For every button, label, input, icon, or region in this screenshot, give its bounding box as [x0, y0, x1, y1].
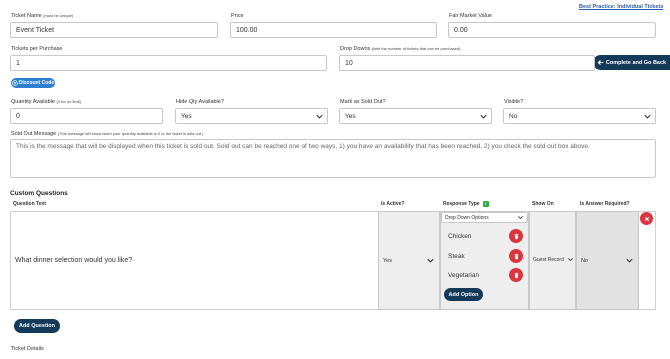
chevron-down-icon — [518, 216, 523, 220]
chevron-down-icon — [568, 258, 573, 262]
is-active-header: Is Active? — [381, 201, 405, 207]
ticket-name-label: Ticket Name (must be unique) — [11, 13, 74, 19]
fair-market-value-input[interactable]: 0.00 — [448, 22, 656, 38]
visible-select[interactable]: No — [503, 108, 656, 124]
ticket-details-label: Ticket Details — [11, 346, 44, 352]
show-on-select[interactable]: Guest Record — [533, 256, 575, 263]
response-type-header: Response Type i — [443, 201, 489, 207]
complete-and-go-back-button[interactable]: Complete and Go Back — [593, 55, 670, 70]
chevron-down-icon — [316, 114, 323, 119]
response-type-value: Drop Down Options — [445, 214, 489, 221]
response-type-select[interactable]: Drop Down Options — [441, 212, 528, 223]
is-answer-required-header: Is Answer Required? — [580, 201, 630, 207]
price-input[interactable]: 100.00 — [230, 22, 437, 38]
show-on-value: Guest Record — [533, 256, 564, 263]
delete-option-chicken-button[interactable] — [509, 229, 523, 243]
delete-option-steak-button[interactable] — [509, 249, 523, 263]
close-icon — [644, 216, 649, 221]
mark-sold-out-select[interactable]: Yes — [339, 108, 492, 124]
fair-market-value-label: Fair Market Value — [449, 13, 492, 19]
hide-qty-value: Yes — [181, 112, 192, 120]
delete-option-vegetarian-button[interactable] — [509, 268, 523, 282]
ticket-name-input[interactable]: Event Ticket — [10, 22, 218, 38]
discount-code-label: Discount Code — [18, 80, 55, 86]
trash-icon — [513, 233, 519, 239]
info-badge-icon[interactable]: i — [482, 201, 489, 207]
option-vegetarian[interactable]: Vegetarian — [448, 272, 479, 279]
tickets-per-purchase-input[interactable]: 1 — [10, 55, 327, 71]
sold-out-message-text: This is the message that will be display… — [16, 143, 590, 150]
option-steak[interactable]: Steak — [448, 253, 465, 260]
is-active-value: Yes — [383, 257, 392, 264]
add-option-button[interactable]: Add Option — [444, 288, 483, 301]
quantity-available-label: Quantity Available (0 for no limit) — [11, 99, 81, 105]
mark-sold-out-label: Mark as Sold Out? — [340, 99, 386, 105]
is-active-select[interactable]: Yes — [383, 256, 438, 265]
mark-sold-out-value: Yes — [345, 112, 356, 120]
discount-code-button[interactable]: Discount Code — [11, 78, 55, 88]
question-text-input[interactable]: What dinner selection would you like? — [15, 257, 132, 264]
trash-icon — [513, 253, 519, 259]
is-answer-required-value: No — [581, 257, 589, 264]
visible-value: No — [509, 112, 518, 120]
option-chicken[interactable]: Chicken — [448, 233, 471, 240]
hide-qty-select[interactable]: Yes — [175, 108, 328, 124]
is-answer-required-select[interactable]: No — [581, 256, 637, 265]
custom-questions-heading: Custom Questions — [10, 190, 68, 197]
hide-qty-label: Hide Qty Available? — [176, 99, 224, 105]
sold-out-message-textarea[interactable]: This is the message that will be display… — [10, 139, 656, 178]
trash-icon — [513, 272, 519, 278]
best-practice-link[interactable]: Best Practice: Individual Tickets — [579, 4, 663, 10]
quantity-available-input[interactable]: 0 — [10, 108, 163, 124]
visible-label: Visible? — [504, 99, 524, 105]
chevron-down-icon — [480, 114, 487, 119]
chevron-down-icon — [626, 258, 633, 263]
drop-downs-input[interactable]: 10 — [339, 55, 595, 71]
price-label: Price — [231, 13, 244, 19]
question-text-header: Question Text — [13, 201, 46, 207]
add-question-button[interactable]: Add Question — [14, 319, 60, 333]
remove-question-button[interactable] — [640, 212, 653, 225]
complete-button-label: Complete and Go Back — [605, 59, 667, 66]
drop-downs-label: Drop Downs (limit the number of tickets … — [340, 46, 461, 52]
sold-out-message-label: Sold Out Message (This message will show… — [11, 131, 204, 137]
chevron-down-icon — [427, 258, 434, 263]
tickets-per-purchase-label: Tickets per Purchase — [11, 46, 63, 52]
arrow-left-icon — [597, 60, 604, 65]
chevron-down-icon — [644, 114, 651, 119]
plus-circle-icon — [12, 80, 18, 86]
show-on-header: Show On — [532, 201, 554, 207]
